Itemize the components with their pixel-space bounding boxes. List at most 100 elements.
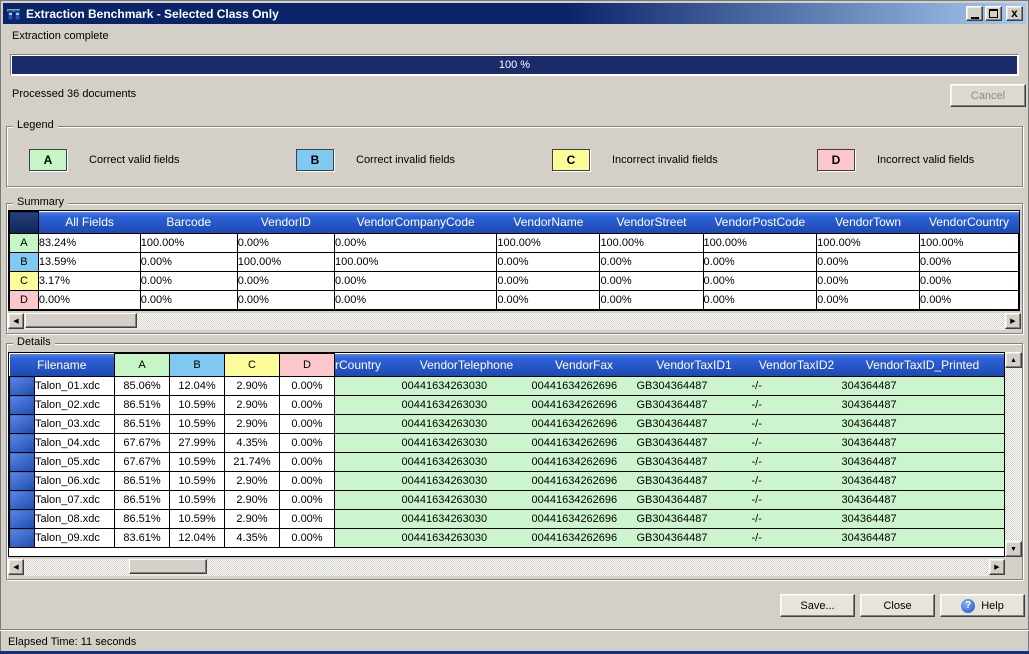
- scroll-thumb[interactable]: [129, 559, 207, 574]
- value-cell: 00441634263030: [402, 472, 532, 491]
- row-selector[interactable]: [10, 529, 35, 548]
- arrow-down-icon: ▼: [1010, 546, 1017, 553]
- details-column-header: A: [115, 354, 170, 377]
- summary-column-header: VendorCountry: [920, 212, 1019, 234]
- summary-cell: 0.00%: [237, 234, 334, 253]
- summary-cell: 100.00%: [817, 234, 920, 253]
- value-cell: 304364487: [842, 491, 1004, 510]
- value-cell: 00441634262696: [532, 453, 637, 472]
- value-cell: 00441634262696: [532, 491, 637, 510]
- summary-hscrollbar[interactable]: ◀ ▶: [8, 313, 1021, 330]
- scroll-right-button[interactable]: ▶: [989, 559, 1005, 575]
- summary-cell: 0.00%: [703, 253, 817, 272]
- arrow-right-icon: ▶: [994, 564, 999, 571]
- value-cell: [335, 415, 402, 434]
- summary-cell: 0.00%: [600, 272, 703, 291]
- close-dialog-button[interactable]: Close: [860, 594, 935, 617]
- summary-column-header: All Fields: [38, 212, 140, 234]
- details-row[interactable]: Talon_09.xdc83.61%12.04%4.35%0.00%004416…: [10, 529, 1004, 548]
- percent-cell: 86.51%: [115, 491, 170, 510]
- details-row[interactable]: Talon_06.xdc86.51%10.59%2.90%0.00%004416…: [10, 472, 1004, 491]
- summary-cell: 100.00%: [497, 234, 600, 253]
- maximize-button[interactable]: [985, 6, 1002, 21]
- scroll-down-button[interactable]: ▼: [1005, 541, 1022, 557]
- percent-cell: 0.00%: [280, 453, 335, 472]
- summary-row-header: B: [10, 253, 39, 272]
- row-selector[interactable]: [10, 434, 35, 453]
- details-vscrollbar[interactable]: ▲ ▼: [1005, 352, 1022, 557]
- value-cell: -/-: [752, 529, 842, 548]
- value-cell: -/-: [752, 510, 842, 529]
- summary-row: B13.59%0.00%100.00%100.00%0.00%0.00%0.00…: [10, 253, 1019, 272]
- details-column-header: rCountry: [335, 354, 402, 377]
- row-selector[interactable]: [10, 472, 35, 491]
- value-cell: -/-: [752, 415, 842, 434]
- summary-column-header: VendorID: [237, 212, 334, 234]
- scroll-up-button[interactable]: ▲: [1005, 352, 1022, 368]
- percent-cell: 0.00%: [280, 529, 335, 548]
- summary-group-label: Summary: [13, 196, 68, 208]
- details-column-header: Filename: [10, 354, 115, 377]
- summary-column-header: VendorPostCode: [703, 212, 817, 234]
- summary-cell: 0.00%: [817, 291, 920, 310]
- summary-table: All FieldsBarcodeVendorIDVendorCompanyCo…: [8, 210, 1020, 311]
- value-cell: GB304364487: [637, 453, 752, 472]
- details-row[interactable]: Talon_07.xdc86.51%10.59%2.90%0.00%004416…: [10, 491, 1004, 510]
- summary-cell: 0.00%: [140, 272, 237, 291]
- summary-cell: 100.00%: [237, 253, 334, 272]
- summary-cell: 0.00%: [497, 272, 600, 291]
- summary-row-header: C: [10, 272, 39, 291]
- row-selector[interactable]: [10, 491, 35, 510]
- scroll-left-button[interactable]: ◀: [8, 559, 24, 575]
- save-button[interactable]: Save...: [780, 594, 855, 617]
- help-button[interactable]: ? Help: [940, 594, 1025, 617]
- filename-cell: Talon_07.xdc: [35, 491, 115, 510]
- cancel-button[interactable]: Cancel: [950, 84, 1026, 107]
- scroll-track[interactable]: [24, 559, 989, 576]
- value-cell: 304364487: [842, 472, 1004, 491]
- summary-cell: 100.00%: [920, 234, 1019, 253]
- details-row[interactable]: Talon_08.xdc86.51%10.59%2.90%0.00%004416…: [10, 510, 1004, 529]
- percent-cell: 2.90%: [225, 377, 280, 396]
- percent-cell: 10.59%: [170, 472, 225, 491]
- percent-cell: 0.00%: [280, 472, 335, 491]
- minimize-button[interactable]: [966, 6, 983, 21]
- help-icon: ?: [961, 599, 975, 613]
- scroll-track[interactable]: [24, 313, 1005, 330]
- extraction-benchmark-dialog: Extraction Benchmark - Selected Class On…: [0, 0, 1029, 654]
- details-column-header: VendorFax: [532, 354, 637, 377]
- arrow-right-icon: ▶: [1010, 318, 1015, 325]
- value-cell: [335, 491, 402, 510]
- summary-cell: 0.00%: [600, 253, 703, 272]
- scroll-track[interactable]: [1005, 368, 1022, 541]
- details-row[interactable]: Talon_02.xdc86.51%10.59%2.90%0.00%004416…: [10, 396, 1004, 415]
- details-row[interactable]: Talon_03.xdc86.51%10.59%2.90%0.00%004416…: [10, 415, 1004, 434]
- value-cell: 304364487: [842, 529, 1004, 548]
- titlebar[interactable]: Extraction Benchmark - Selected Class On…: [3, 3, 1026, 24]
- row-selector[interactable]: [10, 377, 35, 396]
- details-row[interactable]: Talon_01.xdc85.06%12.04%2.90%0.00%004416…: [10, 377, 1004, 396]
- processed-count-label: Processed 36 documents: [12, 88, 136, 100]
- value-cell: 00441634263030: [402, 377, 532, 396]
- close-button[interactable]: x: [1006, 6, 1023, 21]
- summary-cell: 100.00%: [140, 234, 237, 253]
- row-selector[interactable]: [10, 396, 35, 415]
- row-selector[interactable]: [10, 510, 35, 529]
- scroll-right-button[interactable]: ▶: [1005, 313, 1021, 329]
- value-cell: GB304364487: [637, 396, 752, 415]
- scroll-left-button[interactable]: ◀: [8, 313, 24, 329]
- value-cell: GB304364487: [637, 377, 752, 396]
- details-row[interactable]: Talon_05.xdc67.67%10.59%21.74%0.00%00441…: [10, 453, 1004, 472]
- scroll-thumb[interactable]: [25, 313, 137, 328]
- summary-cell: 0.00%: [817, 272, 920, 291]
- percent-cell: 4.35%: [225, 529, 280, 548]
- summary-column-header: VendorTown: [817, 212, 920, 234]
- value-cell: 00441634263030: [402, 415, 532, 434]
- summary-cell: 0.00%: [600, 291, 703, 310]
- row-selector[interactable]: [10, 453, 35, 472]
- details-row[interactable]: Talon_04.xdc67.67%27.99%4.35%0.00%004416…: [10, 434, 1004, 453]
- percent-cell: 12.04%: [170, 377, 225, 396]
- value-cell: GB304364487: [637, 415, 752, 434]
- row-selector[interactable]: [10, 415, 35, 434]
- details-hscrollbar[interactable]: ◀ ▶: [8, 559, 1005, 576]
